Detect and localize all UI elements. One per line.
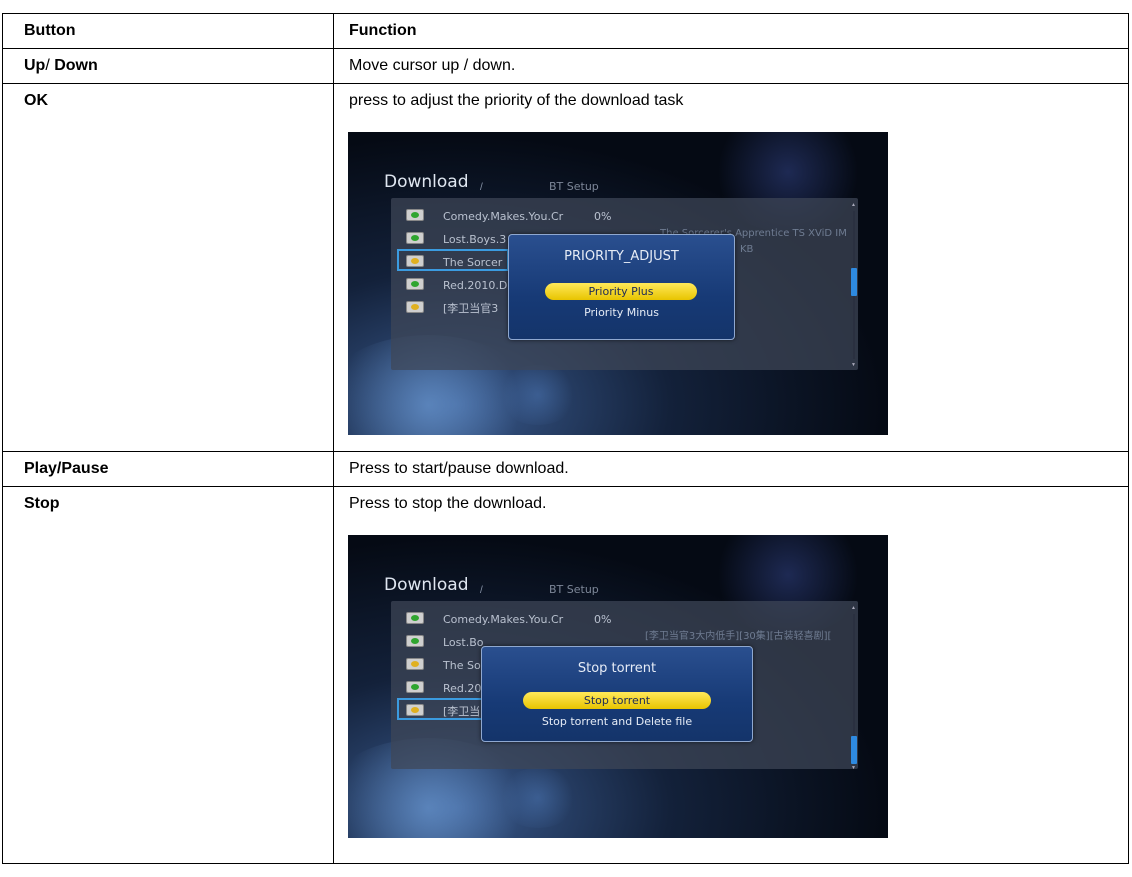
row-playpause-button-cell: Play/Pause	[2, 451, 334, 487]
playpause-button-label: Play/Pause	[24, 460, 109, 477]
ok-button-label: OK	[24, 92, 48, 109]
status-icon	[406, 232, 424, 244]
scroll-thumb	[851, 736, 857, 764]
scroll-up-icon: ▲	[851, 605, 856, 611]
header-function-cell: Function	[333, 13, 1129, 49]
list-item: Comedy.Makes.You.Cr 0%	[399, 205, 699, 223]
updown-slash: /	[45, 57, 55, 74]
dialog-title: Stop torrent	[577, 661, 657, 676]
row-playpause-function-cell: Press to start/pause download.	[333, 451, 1129, 487]
stop-torrent-dialog: Stop torrent Stop torrent Stop torrent a…	[481, 646, 753, 742]
scrollbar: ▲ ▼	[851, 203, 857, 368]
bt-setup-tab: BT Setup	[549, 583, 599, 596]
row-stop-function-cell: Press to stop the download. Download / B…	[333, 486, 1129, 864]
row-ok-button-cell: OK	[2, 83, 334, 452]
status-icon	[406, 635, 424, 647]
stop-function: Press to stop the download.	[349, 495, 547, 512]
stop-and-delete-option[interactable]: Stop torrent and Delete file	[482, 712, 752, 731]
scrollbar: ▲ ▼	[851, 606, 857, 771]
status-icon	[406, 681, 424, 693]
scroll-down-icon: ▼	[851, 362, 856, 368]
status-icon	[406, 704, 424, 716]
scroll-down-icon: ▼	[851, 765, 856, 771]
updown-down: Down	[54, 57, 98, 74]
title-separator: /	[480, 585, 483, 596]
header-function: Function	[349, 22, 417, 39]
header-button: Button	[24, 22, 76, 39]
status-icon	[406, 612, 424, 624]
playpause-function: Press to start/pause download.	[349, 460, 569, 477]
status-icon	[406, 658, 424, 670]
info-line-2: KB	[740, 244, 754, 255]
dialog-title: PRIORITY_ADJUST	[564, 249, 679, 264]
row-updown-function-cell: Move cursor up / down.	[333, 48, 1129, 84]
priority-plus-option[interactable]: Priority Plus	[545, 283, 697, 300]
header-button-cell: Button	[2, 13, 334, 49]
bt-setup-tab: BT Setup	[549, 180, 599, 193]
priority-adjust-screenshot: Download / BT Setup ▲ ▼ Comedy.Makes.You…	[348, 132, 888, 435]
priority-minus-option[interactable]: Priority Minus	[509, 303, 734, 322]
title-separator: /	[480, 182, 483, 193]
ok-function: press to adjust the priority of the down…	[349, 92, 684, 109]
download-title: Download	[384, 575, 469, 595]
status-icon	[406, 278, 424, 290]
row-stop-button-cell: Stop	[2, 486, 334, 864]
row-updown-button-cell: Up/ Down	[2, 48, 334, 84]
stop-torrent-screenshot: Download / BT Setup ▲ ▼ Comedy.Makes.You…	[348, 535, 888, 838]
row-ok-function-cell: press to adjust the priority of the down…	[333, 83, 1129, 452]
stop-button-label: Stop	[24, 495, 60, 512]
info-line-1: [李卫当官3大内低手][30集][古装轻喜剧][	[645, 631, 832, 642]
scroll-thumb	[851, 268, 857, 296]
scroll-up-icon: ▲	[851, 202, 856, 208]
stop-torrent-option[interactable]: Stop torrent	[523, 692, 711, 709]
updown-function: Move cursor up / down.	[349, 57, 516, 74]
list-item-selected: The Sorcer	[397, 249, 509, 271]
status-icon	[406, 301, 424, 313]
priority-adjust-dialog: PRIORITY_ADJUST Priority Plus Priority M…	[508, 234, 735, 340]
status-icon	[406, 255, 424, 267]
button-function-table: Button Function Up/ Down Move cursor up …	[2, 13, 1129, 864]
updown-up: Up	[24, 57, 46, 74]
download-title: Download	[384, 172, 469, 192]
status-icon	[406, 209, 424, 221]
list-item: Comedy.Makes.You.Cr 0%	[399, 608, 699, 626]
